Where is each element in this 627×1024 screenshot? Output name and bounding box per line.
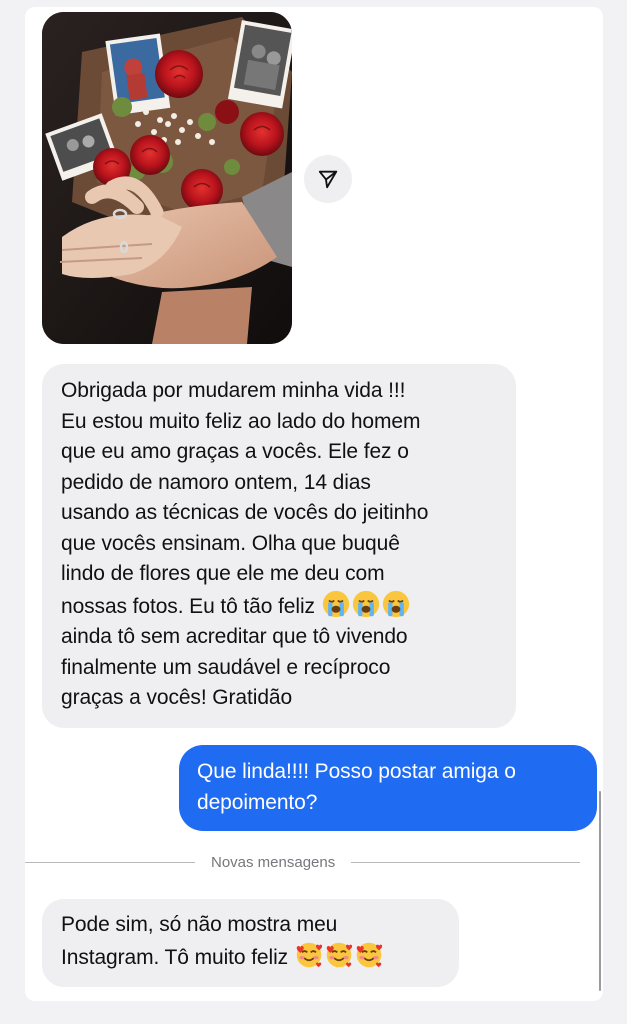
message-text: Que linda!!!! Posso postar amiga o depoi… bbox=[197, 760, 516, 814]
divider-line-right bbox=[351, 861, 580, 863]
new-messages-divider: Novas mensagens bbox=[25, 851, 580, 873]
loudly-crying-face-icon bbox=[382, 590, 409, 617]
message-text-continued: ainda tô sem acreditar que tô vivendo fi… bbox=[61, 625, 408, 709]
smiling-face-with-hearts-icon bbox=[296, 942, 322, 967]
chat-thread: Obrigada por mudarem minha vida !!! Eu e… bbox=[25, 7, 603, 1001]
bouquet-photo bbox=[42, 12, 292, 344]
smiling-face-with-hearts-icon bbox=[326, 942, 352, 967]
smiling-face-with-hearts-icon bbox=[356, 942, 382, 967]
message-text: Obrigada por mudarem minha vida !!! Eu e… bbox=[61, 379, 429, 618]
divider-label: Novas mensagens bbox=[211, 853, 336, 871]
scrollbar[interactable] bbox=[599, 791, 601, 991]
loudly-crying-face-icon bbox=[322, 590, 349, 617]
loudly-crying-face-icon bbox=[352, 590, 379, 617]
share-button[interactable] bbox=[304, 155, 352, 203]
incoming-message-2[interactable]: Pode sim, só não mostra meu Instagram. T… bbox=[42, 899, 459, 987]
share-paper-plane-icon bbox=[318, 170, 338, 189]
incoming-message-1[interactable]: Obrigada por mudarem minha vida !!! Eu e… bbox=[42, 364, 516, 728]
outgoing-message-1[interactable]: Que linda!!!! Posso postar amiga o depoi… bbox=[179, 745, 597, 831]
photo-message[interactable] bbox=[42, 12, 292, 344]
divider-line-left bbox=[25, 861, 195, 863]
